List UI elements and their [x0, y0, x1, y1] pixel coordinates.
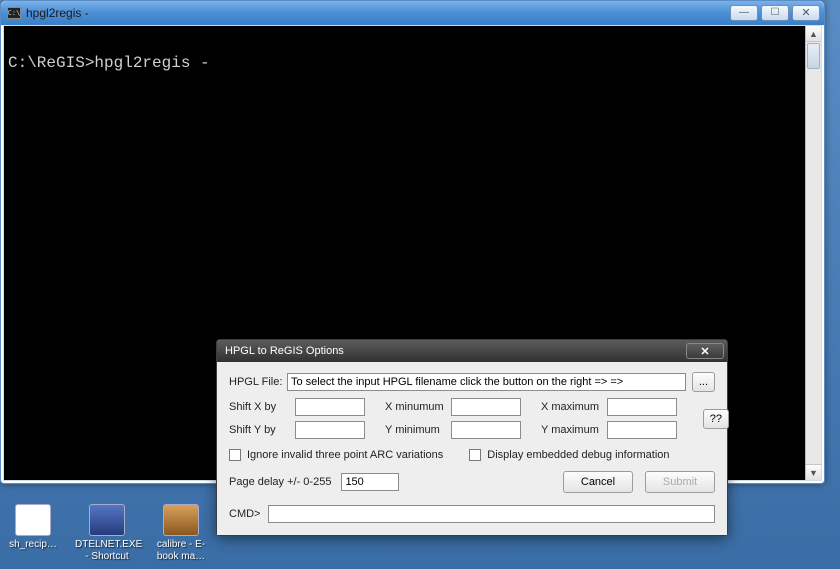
app-icon [89, 504, 125, 536]
desktop-icon-row: sh_recip… DTELNET.EXE - Shortcut calibre… [2, 504, 212, 562]
xmax-label: X maximum [541, 401, 607, 413]
close-icon: ✕ [700, 345, 709, 358]
cmd-label: CMD> [229, 508, 260, 520]
window-control-group: — ☐ ✕ [730, 5, 820, 21]
ymax-label: Y maximum [541, 424, 607, 436]
options-dialog: HPGL to ReGIS Options ✕ HPGL File: ... S… [216, 339, 728, 536]
cmd-icon: C:\ [7, 7, 21, 19]
hpgl-file-row: HPGL File: ... [229, 372, 715, 392]
desktop-icon-label: calibre - E-book ma… [150, 539, 212, 562]
scroll-up-button[interactable]: ▲ [806, 26, 821, 42]
dialog-close-button[interactable]: ✕ [686, 343, 724, 359]
cancel-button[interactable]: Cancel [563, 471, 633, 493]
desktop-icon-recipe[interactable]: sh_recip… [2, 504, 64, 562]
ignore-arc-checkbox[interactable] [229, 449, 241, 461]
xmin-field[interactable] [451, 398, 521, 416]
scroll-down-button[interactable]: ▼ [806, 464, 821, 480]
browse-button[interactable]: ... [692, 372, 715, 392]
extents-grid: Shift X by X minumum X maximum ?? Shift … [229, 398, 715, 439]
ymin-field[interactable] [451, 421, 521, 439]
shift-x-label: Shift X by [229, 401, 295, 413]
console-titlebar[interactable]: C:\ hpgl2regis - — ☐ ✕ [1, 1, 824, 25]
desktop-icon-label: sh_recip… [9, 539, 57, 551]
console-title: hpgl2regis - [26, 6, 730, 20]
desktop-icon-label: DTELNET.EXE - Shortcut [75, 539, 139, 562]
debug-info-label: Display embedded debug information [487, 449, 669, 461]
file-icon [15, 504, 51, 536]
cmd-row: CMD> [229, 505, 715, 523]
xmin-label: X minumum [385, 401, 451, 413]
desktop-icon-dtelnet[interactable]: DTELNET.EXE - Shortcut [76, 504, 138, 562]
hpgl-file-field[interactable] [287, 373, 686, 391]
minimize-icon: — [739, 8, 749, 18]
shift-x-field[interactable] [295, 398, 365, 416]
scroll-thumb[interactable] [807, 43, 820, 69]
maximize-icon: ☐ [771, 8, 780, 18]
page-delay-field[interactable] [341, 473, 399, 491]
page-delay-label: Page delay +/- 0-255 [229, 476, 331, 488]
desktop-icon-calibre[interactable]: calibre - E-book ma… [150, 504, 212, 562]
maximize-button[interactable]: ☐ [761, 5, 789, 21]
dialog-titlebar[interactable]: HPGL to ReGIS Options ✕ [217, 340, 727, 362]
ymax-field[interactable] [607, 421, 677, 439]
xmax-field[interactable] [607, 398, 677, 416]
ymin-label: Y minimum [385, 424, 451, 436]
submit-button[interactable]: Submit [645, 471, 715, 493]
debug-info-checkbox[interactable] [469, 449, 481, 461]
close-button[interactable]: ✕ [792, 5, 820, 21]
dialog-body: HPGL File: ... Shift X by X minumum X ma… [217, 362, 727, 535]
checkbox-row: Ignore invalid three point ARC variation… [229, 449, 715, 461]
ignore-arc-label: Ignore invalid three point ARC variation… [247, 449, 443, 461]
shift-y-label: Shift Y by [229, 424, 295, 436]
cmd-field[interactable] [268, 505, 715, 523]
close-icon: ✕ [801, 8, 810, 19]
console-scrollbar[interactable]: ▲ ▼ [805, 26, 821, 480]
minimize-button[interactable]: — [730, 5, 758, 21]
app-icon [163, 504, 199, 536]
dialog-title: HPGL to ReGIS Options [225, 345, 686, 357]
page-delay-row: Page delay +/- 0-255 Cancel Submit [229, 471, 715, 493]
help-button[interactable]: ?? [703, 409, 729, 429]
hpgl-file-label: HPGL File: [229, 376, 287, 388]
shift-y-field[interactable] [295, 421, 365, 439]
